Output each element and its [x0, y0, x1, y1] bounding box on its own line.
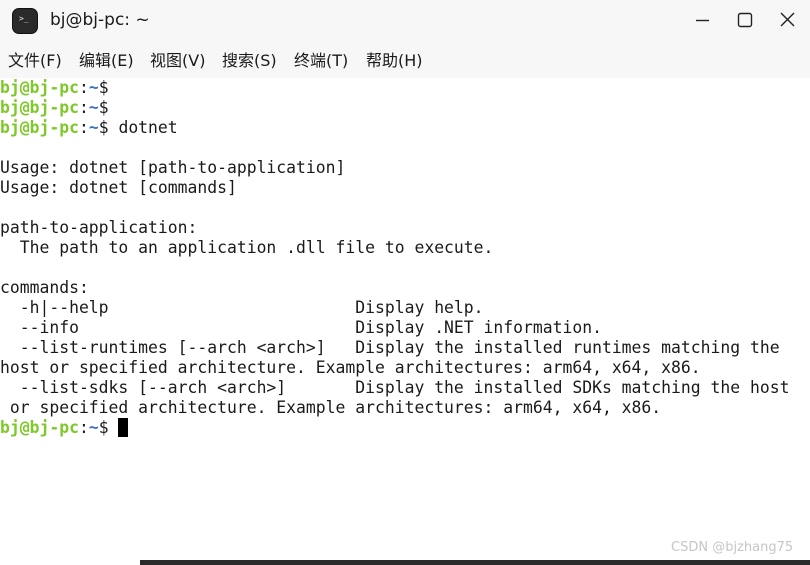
prompt-sep: :	[78, 98, 89, 117]
output-line: -h|--help Display help.	[0, 298, 484, 317]
prompt-user: bj@bj-pc	[0, 418, 79, 437]
close-icon	[780, 12, 795, 27]
output-line: Usage: dotnet [commands]	[0, 178, 237, 197]
prompt-command	[109, 418, 119, 437]
output-line: or specified architecture. Example archi…	[0, 398, 662, 417]
prompt-user: bj@bj-pc	[0, 78, 79, 97]
prompt-path: ~	[88, 98, 99, 117]
minimize-icon	[696, 19, 709, 22]
output-line: commands:	[0, 278, 89, 297]
watermark: CSDN @bjzhang75	[671, 540, 794, 555]
taskbar-edge	[140, 560, 810, 565]
close-button[interactable]	[773, 8, 803, 34]
text-cursor	[118, 418, 129, 437]
menu-edit[interactable]: 编辑(E)	[79, 51, 134, 71]
prompt-line-current: bj@bj-pc:~$	[0, 418, 129, 438]
prompt-line: bj@bj-pc:~$ dotnet	[0, 118, 178, 138]
prompt-symbol: $	[98, 118, 109, 137]
prompt-command: dotnet	[108, 118, 178, 137]
prompt-user: bj@bj-pc	[0, 118, 79, 137]
window-title: bj@bj-pc: ~	[50, 10, 150, 30]
maximize-icon	[737, 12, 753, 28]
prompt-symbol: $	[98, 418, 109, 437]
prompt-path: ~	[88, 78, 99, 97]
maximize-button[interactable]	[730, 8, 760, 34]
menu-search[interactable]: 搜索(S)	[222, 51, 277, 71]
prompt-sep: :	[78, 418, 89, 437]
prompt-symbol: $	[98, 78, 109, 97]
prompt-user: bj@bj-pc	[0, 98, 79, 117]
menu-help[interactable]: 帮助(H)	[366, 51, 423, 71]
prompt-line: bj@bj-pc:~$	[0, 78, 109, 98]
terminal-icon-glyph: >_	[19, 14, 29, 23]
prompt-path: ~	[88, 418, 99, 437]
prompt-path: ~	[88, 118, 99, 137]
title-bar[interactable]: >_ bj@bj-pc: ~	[0, 0, 810, 43]
prompt-sep: :	[78, 118, 89, 137]
output-line: The path to an application .dll file to …	[0, 238, 494, 257]
menu-terminal[interactable]: 终端(T)	[294, 51, 348, 71]
output-line: path-to-application:	[0, 218, 198, 237]
prompt-sep: :	[78, 78, 89, 97]
terminal-icon: >_	[12, 8, 38, 34]
output-line: Usage: dotnet [path-to-application]	[0, 158, 346, 177]
minimize-button[interactable]	[687, 8, 717, 34]
output-line: host or specified architecture. Example …	[0, 358, 701, 377]
output-line: --list-sdks [--arch <arch>] Display the …	[0, 378, 790, 397]
prompt-symbol: $	[98, 98, 109, 117]
prompt-line: bj@bj-pc:~$	[0, 98, 109, 118]
menu-file[interactable]: 文件(F)	[8, 51, 62, 71]
menu-bar: 文件(F) 编辑(E) 视图(V) 搜索(S) 终端(T) 帮助(H)	[0, 43, 810, 78]
output-line: --list-runtimes [--arch <arch>] Display …	[0, 338, 780, 357]
terminal-output[interactable]: bj@bj-pc:~$ bj@bj-pc:~$ bj@bj-pc:~$ dotn…	[0, 78, 810, 560]
menu-view[interactable]: 视图(V)	[150, 51, 205, 71]
output-line: --info Display .NET information.	[0, 318, 602, 337]
